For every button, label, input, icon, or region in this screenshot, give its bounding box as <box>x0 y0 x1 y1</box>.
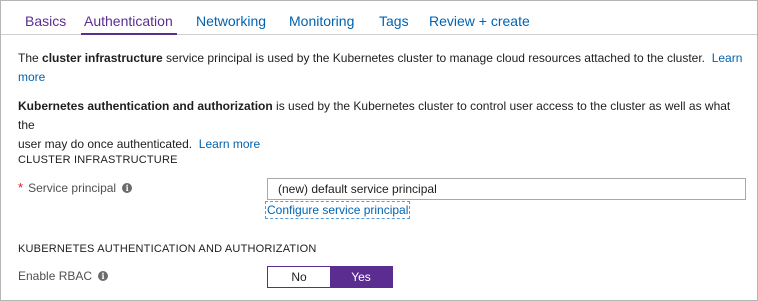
learn-more-link-1-cont[interactable]: more <box>18 70 45 84</box>
intro-bold-cluster-infrastructure: cluster infrastructure <box>42 51 163 65</box>
info-icon[interactable]: i <box>98 271 109 281</box>
k8s-auth-description: Kubernetes authentication and authorizat… <box>18 97 748 154</box>
configure-service-principal-link[interactable]: Configure service principal <box>264 201 411 219</box>
tab-authentication[interactable]: Authentication <box>81 12 177 35</box>
k8s-auth-text-2: user may do once authenticated. <box>18 137 193 151</box>
enable-rbac-label-row: Enable RBAC i <box>18 269 109 283</box>
section-heading-cluster-infrastructure: CLUSTER INFRASTRUCTURE <box>18 154 178 166</box>
info-icon[interactable]: i <box>122 182 133 193</box>
enable-rbac-label: Enable RBAC <box>18 269 93 283</box>
intro-bold-k8s-auth: Kubernetes authentication and authorizat… <box>18 99 273 113</box>
tab-monitoring[interactable]: Monitoring <box>289 12 354 30</box>
aks-create-panel: Basics Authentication Networking Monitor… <box>0 0 758 301</box>
rbac-option-no[interactable]: No <box>268 267 330 287</box>
service-principal-label: Service principal <box>28 180 117 195</box>
section-heading-k8s-auth: KUBERNETES AUTHENTICATION AND AUTHORIZAT… <box>18 243 317 255</box>
service-principal-label-row: * Service principal i <box>18 180 133 195</box>
tab-review-create[interactable]: Review + create <box>429 12 530 30</box>
rbac-option-yes[interactable]: Yes <box>330 267 392 287</box>
enable-rbac-toggle[interactable]: No Yes <box>267 266 393 288</box>
learn-more-link-1[interactable]: Learn <box>712 51 743 65</box>
intro-text-rest: service principal is used by the Kuberne… <box>162 51 706 65</box>
tab-bar: Basics Authentication Networking Monitor… <box>1 1 757 35</box>
required-asterisk: * <box>18 180 24 195</box>
tab-networking[interactable]: Networking <box>196 12 266 30</box>
cluster-infrastructure-description: The cluster infrastructure service princ… <box>18 49 743 87</box>
intro-text-prefix: The <box>18 51 43 65</box>
learn-more-link-2[interactable]: Learn more <box>199 137 260 151</box>
tab-tags[interactable]: Tags <box>379 12 409 30</box>
service-principal-field[interactable]: (new) default service principal <box>267 178 746 200</box>
tab-basics[interactable]: Basics <box>25 12 66 30</box>
